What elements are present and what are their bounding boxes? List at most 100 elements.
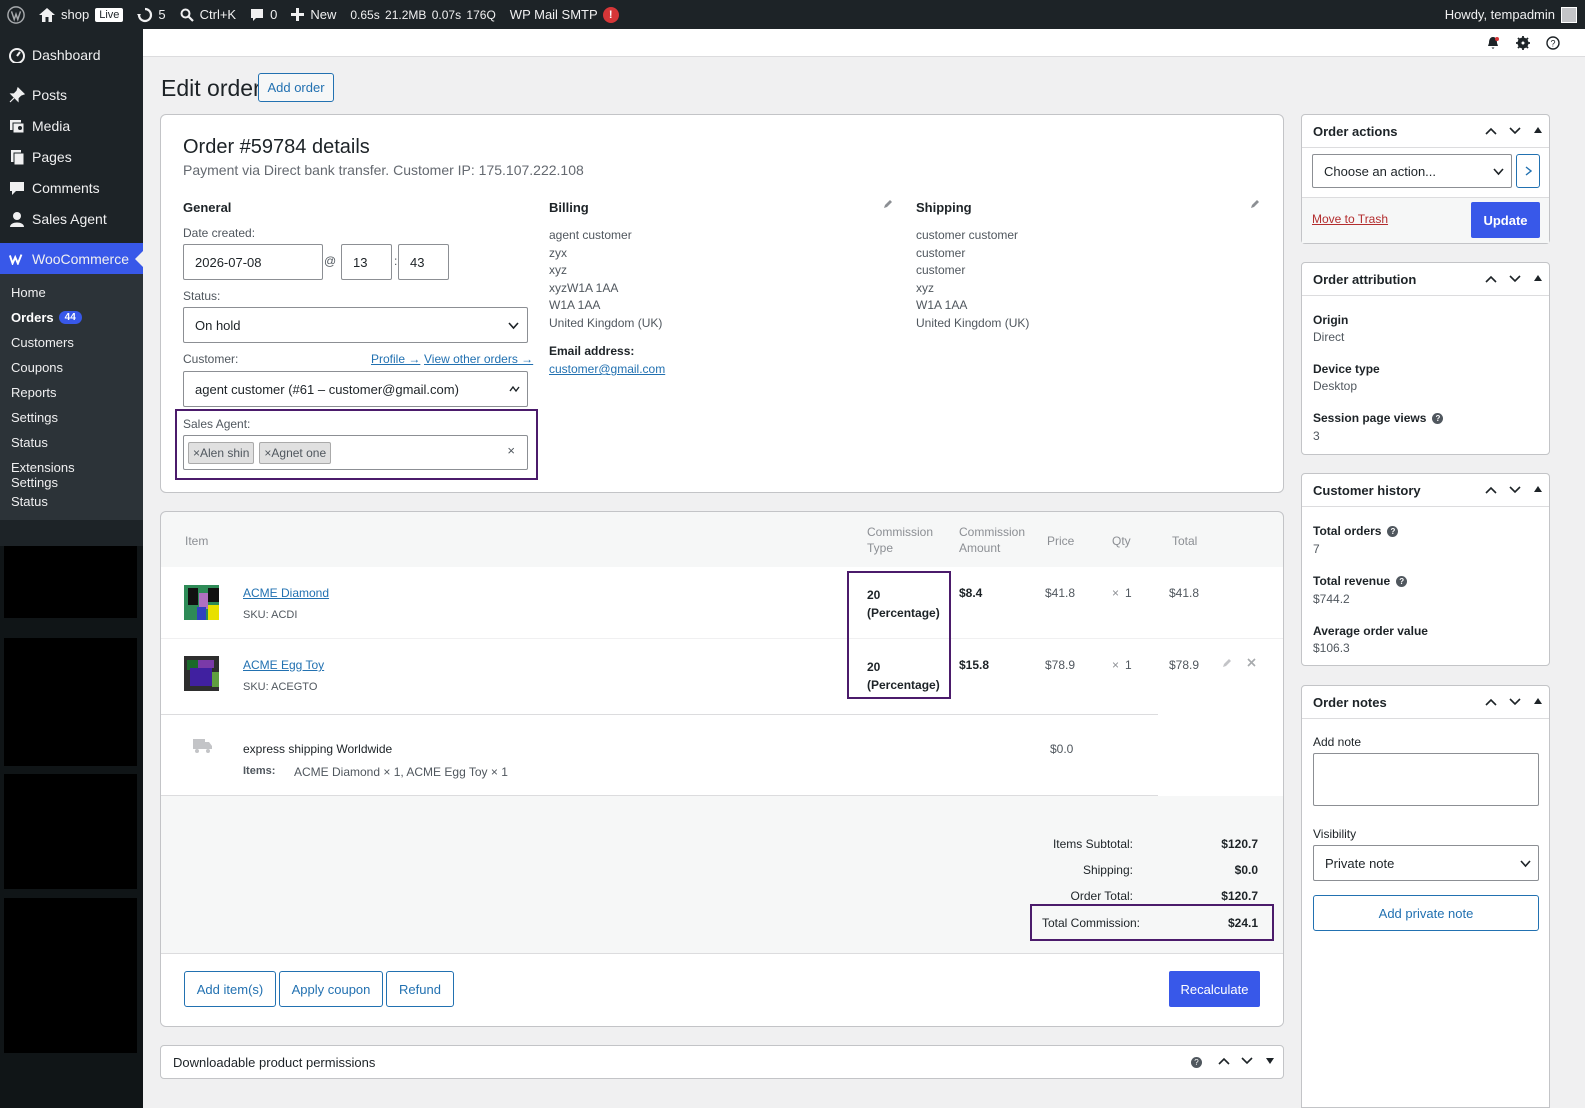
- sales-agent-tag[interactable]: × Agnet one: [259, 441, 332, 464]
- add-private-note-button[interactable]: Add private note: [1313, 895, 1539, 931]
- hour-input[interactable]: 13: [341, 244, 392, 280]
- comments-link[interactable]: 0: [243, 0, 284, 29]
- move-up-icon[interactable]: [1485, 698, 1497, 706]
- apply-coupon-button[interactable]: Apply coupon: [279, 971, 383, 1007]
- status-select[interactable]: On hold: [183, 307, 528, 343]
- new-content-link[interactable]: New: [284, 0, 343, 29]
- toggle-panel-icon[interactable]: [1266, 1058, 1274, 1064]
- menu-sales-agent[interactable]: Sales Agent: [0, 203, 143, 234]
- submenu-coupons[interactable]: Coupons: [0, 355, 143, 380]
- edit-shipping-icon[interactable]: [1250, 199, 1260, 209]
- apply-action-button[interactable]: [1516, 154, 1540, 188]
- move-down-icon[interactable]: [1509, 486, 1521, 494]
- items-subtotal-label: Items Subtotal:: [1052, 837, 1133, 851]
- wp-mail-smtp-link[interactable]: WP Mail SMTP !: [503, 0, 626, 29]
- product-thumbnail[interactable]: [184, 656, 219, 691]
- column-commission-type: Commission Type: [867, 525, 934, 555]
- toggle-panel-icon[interactable]: [1534, 698, 1542, 704]
- update-button[interactable]: Update: [1471, 202, 1540, 238]
- move-down-icon[interactable]: [1509, 698, 1521, 706]
- clear-selection-icon[interactable]: ×: [507, 443, 515, 458]
- comment-icon: [251, 8, 264, 21]
- updates-link[interactable]: 5: [130, 0, 172, 29]
- move-down-icon[interactable]: [1509, 275, 1521, 283]
- command-search[interactable]: Ctrl+K: [173, 0, 243, 29]
- shipping-line: express shipping Worldwide Items: ACME D…: [161, 714, 1158, 796]
- device-type-label: Device type: [1313, 362, 1380, 376]
- view-other-orders-link[interactable]: View other orders →: [424, 352, 533, 366]
- menu-woocommerce[interactable]: WooCommerce: [0, 243, 143, 274]
- add-note-textarea[interactable]: [1313, 753, 1539, 806]
- move-up-icon[interactable]: [1485, 127, 1497, 135]
- menu-media[interactable]: Media: [0, 110, 143, 141]
- menu-pages[interactable]: Pages: [0, 141, 143, 172]
- menu-posts[interactable]: Posts: [0, 79, 143, 110]
- remove-tag-icon[interactable]: ×: [264, 446, 271, 460]
- move-up-icon[interactable]: [1485, 486, 1497, 494]
- product-link[interactable]: ACME Egg Toy: [243, 658, 324, 672]
- product-thumbnail[interactable]: [184, 585, 219, 620]
- submenu-settings[interactable]: Settings: [0, 405, 143, 430]
- edit-item-icon[interactable]: [1222, 658, 1232, 668]
- submenu-home[interactable]: Home: [0, 280, 143, 305]
- wordpress-logo-icon[interactable]: [0, 0, 32, 29]
- notification-bell-icon[interactable]: [1486, 36, 1500, 50]
- move-down-icon[interactable]: [1241, 1057, 1253, 1065]
- date-created-input[interactable]: 2026-07-08: [183, 244, 323, 280]
- total-orders-label: Total orders?: [1313, 524, 1399, 538]
- product-sku: SKU: ACEGTO: [243, 681, 318, 693]
- help-icon[interactable]: ?: [1387, 526, 1399, 538]
- refund-button[interactable]: Refund: [386, 971, 454, 1007]
- recalculate-button[interactable]: Recalculate: [1169, 971, 1260, 1007]
- device-type-value: Desktop: [1313, 379, 1358, 393]
- submenu-extensions[interactable]: Extensions: [0, 459, 143, 475]
- submenu-status-2[interactable]: Status: [0, 489, 143, 514]
- times-sign: ×: [1112, 586, 1120, 600]
- order-details-panel: Order #59784 details Payment via Direct …: [160, 114, 1284, 493]
- wp-mail-smtp-label: WP Mail SMTP: [509, 7, 598, 22]
- price-value: $78.9: [1045, 658, 1076, 672]
- help-icon[interactable]: ?: [1546, 36, 1560, 50]
- note-visibility-select[interactable]: Private note: [1313, 845, 1539, 881]
- profile-link[interactable]: Profile →: [371, 352, 420, 366]
- remove-tag-icon[interactable]: ×: [193, 446, 200, 460]
- site-name-link[interactable]: shop Live: [32, 0, 130, 29]
- toggle-panel-icon[interactable]: [1534, 486, 1542, 492]
- add-items-button[interactable]: Add item(s): [184, 971, 276, 1007]
- product-link[interactable]: ACME Diamond: [243, 586, 329, 600]
- toggle-panel-icon[interactable]: [1534, 127, 1542, 133]
- minute-input[interactable]: 43: [398, 244, 449, 280]
- move-up-icon[interactable]: [1485, 275, 1497, 283]
- updates-icon: [137, 7, 153, 22]
- sales-agent-tag[interactable]: × Alen shin: [188, 441, 255, 464]
- column-price: Price: [1047, 534, 1075, 548]
- order-action-select[interactable]: Choose an action...: [1312, 154, 1512, 188]
- sales-agent-select[interactable]: × Alen shin × Agnet one ×: [183, 435, 528, 470]
- total-commission-value: $24.1: [1227, 916, 1258, 930]
- customer-select[interactable]: agent customer (#61 – customer@gmail.com…: [183, 371, 528, 407]
- visibility-label: Visibility: [1313, 827, 1357, 841]
- submenu-status[interactable]: Status: [0, 430, 143, 455]
- delete-item-icon[interactable]: [1247, 658, 1256, 667]
- edit-billing-icon[interactable]: [883, 199, 893, 209]
- downloadable-permissions-panel[interactable]: Downloadable product permissions ?: [160, 1045, 1284, 1079]
- help-icon[interactable]: ?: [1191, 1057, 1202, 1068]
- move-up-icon[interactable]: [1218, 1057, 1230, 1065]
- move-down-icon[interactable]: [1509, 127, 1521, 135]
- gear-icon[interactable]: [1516, 36, 1530, 50]
- menu-comments[interactable]: Comments: [0, 172, 143, 203]
- move-to-trash-link[interactable]: Move to Trash: [1312, 212, 1388, 226]
- help-icon[interactable]: ?: [1396, 576, 1408, 588]
- session-page-views-label: Session page views?: [1313, 411, 1444, 425]
- add-order-button[interactable]: Add order: [258, 73, 334, 102]
- submenu-customers[interactable]: Customers: [0, 330, 143, 355]
- submenu-settings-2[interactable]: Settings: [0, 475, 143, 490]
- submenu-reports[interactable]: Reports: [0, 380, 143, 405]
- toggle-panel-icon[interactable]: [1534, 275, 1542, 281]
- submenu-orders[interactable]: Orders 44: [0, 305, 143, 330]
- billing-email-link[interactable]: customer@gmail.com: [549, 362, 665, 376]
- query-monitor-stats[interactable]: 0.65s 21.2MB 0.07s 176Q: [343, 0, 502, 29]
- help-icon[interactable]: ?: [1432, 413, 1444, 425]
- account-menu[interactable]: Howdy, tempadmin: [1445, 6, 1585, 23]
- menu-dashboard[interactable]: Dashboard: [0, 39, 143, 70]
